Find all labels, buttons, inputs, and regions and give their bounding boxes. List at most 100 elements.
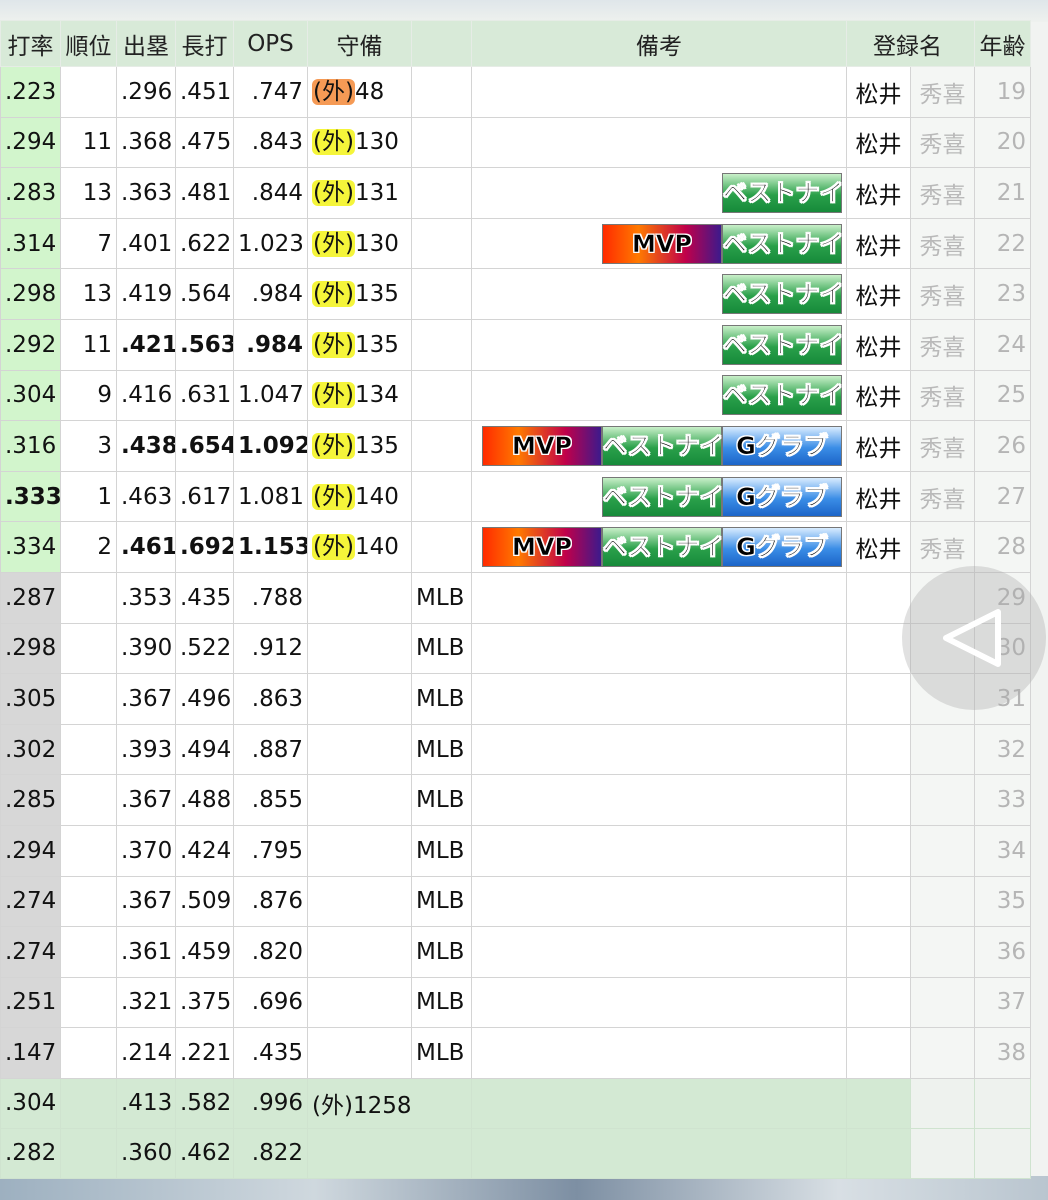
table-row[interactable]: .334 2.461.692 1.153 (外)140 MVP ベストナインGグラブ 松井秀…	[0, 521, 1031, 573]
cell-defense	[307, 875, 412, 928]
total-obp: .413	[116, 1077, 176, 1129]
cell-defense: (外)135	[307, 268, 412, 320]
cell-notes	[471, 774, 847, 826]
table-row[interactable]: .305.367.496.863 MLB 31	[0, 673, 1031, 725]
header-obp[interactable]: 出塁	[116, 20, 176, 67]
header-age[interactable]: 年齢	[974, 20, 1031, 67]
cell-defense	[307, 673, 412, 725]
table-row[interactable]: .285 .367.488.855 MLB 33	[0, 774, 1031, 826]
total-age	[974, 1077, 1031, 1129]
bottom-background-strip	[0, 1176, 1048, 1200]
award-badge-b9: ベストナイン	[722, 324, 846, 365]
cell-slg: .496	[175, 673, 234, 725]
table-row[interactable]: .29813.419.564.984(外)135 ベストナイン松井秀喜23	[0, 268, 1031, 320]
header-defense[interactable]: 守備	[307, 20, 412, 67]
total-rank	[60, 1127, 117, 1179]
table-row[interactable]: .316 3.438.654 1.092 (外)135 MVP ベストナインGグラブ 松井秀…	[0, 420, 1031, 472]
table-row[interactable]: .3147.401.6221.023(外)130 MVPベストナイン松井秀喜22	[0, 217, 1031, 270]
cell-league: MLB	[411, 622, 472, 675]
cell-defense	[307, 824, 412, 877]
cell-league	[411, 268, 472, 320]
cell-slg: .509	[175, 875, 234, 928]
cell-notes	[471, 673, 847, 725]
cell-last-name	[846, 926, 911, 978]
cell-obp: .214	[116, 1027, 176, 1079]
award-badge-gg: Gグラブ	[722, 476, 842, 517]
totals-row: .282 .360.462.822	[0, 1127, 1031, 1179]
total-slg: .582	[175, 1077, 234, 1129]
cell-slg: .522	[175, 622, 234, 675]
cell-rank: 9	[60, 369, 117, 422]
table-row[interactable]: .333 1.463.617 1.081 (外)140 ベストナインGグラブ 松井 秀喜 27	[0, 470, 1031, 523]
cell-ops: .435	[233, 1027, 308, 1079]
header-notes[interactable]: 備考	[471, 20, 847, 67]
award-badge-b9: ベストナイン	[722, 223, 846, 264]
cell-notes: MVPベストナイン	[471, 217, 847, 270]
position-label: (外)	[312, 483, 355, 510]
table-row[interactable]: .251 .321.375.696 MLB 37	[0, 976, 1031, 1029]
cell-notes	[471, 622, 847, 675]
back-triangle-icon	[943, 609, 1001, 667]
cell-notes	[471, 824, 847, 877]
cell-slg: .451	[175, 66, 234, 118]
cell-age: 23	[974, 268, 1031, 320]
table-row[interactable]: .294 11.368.475.843 (外)130 松井 秀喜 20	[0, 116, 1031, 169]
header-slg[interactable]: 長打	[175, 20, 234, 67]
cell-defense	[307, 1027, 412, 1079]
table-row[interactable]: .223 .296.451.747 (外)48 松井 秀喜 19	[0, 66, 1031, 118]
cell-defense: (外)130	[307, 217, 412, 270]
cell-first-name: 秀喜	[910, 116, 975, 169]
cell-defense	[307, 723, 412, 776]
cell-league	[411, 420, 472, 472]
position-label: (外)	[312, 331, 355, 358]
cell-ops: 1.092	[233, 420, 308, 472]
cell-notes	[471, 66, 847, 118]
cell-ops: .887	[233, 723, 308, 776]
cell-last-name	[846, 1027, 911, 1079]
header-row: 打率 順位 出塁 長打 OPS 守備 備考 登録名 年齢	[0, 20, 1031, 67]
cell-avg: .285	[0, 774, 61, 826]
cell-last-name	[846, 622, 911, 675]
cell-defense: (外)134	[307, 369, 412, 422]
cell-slg: .488	[175, 774, 234, 826]
cell-last-name	[846, 723, 911, 776]
total-avg: .282	[0, 1127, 61, 1179]
cell-age: 24	[974, 318, 1031, 371]
cell-defense: (外)135	[307, 420, 412, 472]
back-overlay-button[interactable]	[902, 566, 1046, 710]
cell-league	[411, 66, 472, 118]
table-row[interactable]: .3049.416.6311.047(外)134 ベストナイン松井秀喜25	[0, 369, 1031, 422]
position-label: (外)	[312, 382, 355, 409]
total-avg: .304	[0, 1077, 61, 1129]
games-count: 140	[354, 483, 399, 510]
cell-last-name	[846, 976, 911, 1029]
header-registered-name[interactable]: 登録名	[846, 20, 975, 67]
cell-rank	[60, 774, 117, 826]
cell-rank	[60, 824, 117, 877]
table-row[interactable]: .302 .393.494.887 MLB 32	[0, 723, 1031, 776]
table-row[interactable]: .274 .361.459.820 MLB 36	[0, 926, 1031, 978]
games-count: 135	[354, 432, 399, 459]
cell-ops: .843	[233, 116, 308, 169]
cell-obp: .463	[116, 470, 176, 523]
header-ops[interactable]: OPS	[233, 20, 308, 67]
table-row[interactable]: .28313.363.481.844(外)131 ベストナイン松井秀喜21	[0, 167, 1031, 219]
cell-first-name: 秀喜	[910, 318, 975, 371]
table-row[interactable]: .294 .370.424.795 MLB 34	[0, 824, 1031, 877]
games-count: 140	[354, 534, 399, 561]
total-last-name	[846, 1077, 911, 1129]
total-rank	[60, 1077, 117, 1129]
totals-row: .304 .413.582.996 (外)1258	[0, 1077, 1031, 1129]
table-row[interactable]: .147 .214.221.435 MLB 38	[0, 1027, 1031, 1079]
header-rank[interactable]: 順位	[60, 20, 117, 67]
award-badge-b9: ベストナイン	[602, 425, 748, 466]
total-notes	[471, 1077, 847, 1129]
total-ops: .822	[233, 1127, 308, 1179]
header-avg[interactable]: 打率	[0, 20, 61, 67]
table-row[interactable]: .298.390.522.912 MLB 30	[0, 622, 1031, 675]
cell-defense	[307, 976, 412, 1029]
table-row[interactable]: .29211.421.563.984(外)135 ベストナイン松井秀喜24	[0, 318, 1031, 371]
cell-first-name	[910, 926, 975, 978]
table-row[interactable]: .287.353.435.788 MLB 29	[0, 571, 1031, 624]
table-row[interactable]: .274 .367.509.876 MLB 35	[0, 875, 1031, 928]
